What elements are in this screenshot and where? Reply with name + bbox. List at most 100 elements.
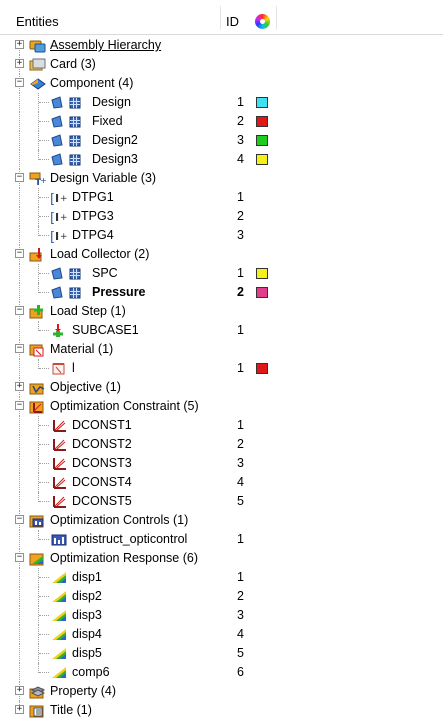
expand-icon[interactable]: +	[15, 59, 24, 68]
tree-row-component-item[interactable]: Design 1	[0, 93, 443, 112]
tree-row-card[interactable]: + Card (3)	[0, 55, 443, 74]
svg-text:+: +	[40, 176, 46, 185]
expand-icon[interactable]: +	[15, 705, 24, 714]
entity-tree: + Assembly Hierarchy + Card (3) − Compon…	[0, 36, 443, 720]
load-collector-name: SPC	[92, 266, 118, 280]
optimization-response-icon	[29, 551, 46, 566]
id-value: 1	[237, 266, 244, 280]
id-value: 5	[237, 646, 244, 660]
tree-row-response-item[interactable]: disp3 3	[0, 606, 443, 625]
response-name: comp6	[72, 665, 110, 679]
id-value: 2	[237, 285, 244, 299]
category-label: Assembly Hierarchy	[50, 38, 162, 52]
collapse-icon[interactable]: −	[15, 78, 24, 87]
id-value: 3	[237, 456, 244, 470]
response-name: disp3	[72, 608, 102, 622]
expand-icon[interactable]: +	[15, 40, 24, 49]
tree-row-design-variable-item[interactable]: [I + DTPG1 1	[0, 188, 443, 207]
svg-text:+: +	[60, 232, 68, 242]
tree-row-load-collector-item[interactable]: SPC 1	[0, 264, 443, 283]
tree-row-constraint-item[interactable]: DCONST1 1	[0, 416, 443, 435]
constraint-name: DCONST1	[72, 418, 132, 432]
collapse-icon[interactable]: −	[15, 306, 24, 315]
tree-row-response-item[interactable]: disp2 2	[0, 587, 443, 606]
tree-row-objective[interactable]: + Objective (1)	[0, 378, 443, 397]
collapse-icon[interactable]: −	[15, 553, 24, 562]
svg-text:I: I	[55, 192, 59, 205]
design-variable-name: DTPG1	[72, 190, 114, 204]
color-swatch[interactable]	[256, 268, 268, 279]
column-divider[interactable]	[276, 6, 277, 30]
tree-row-constraint-item[interactable]: DCONST2 2	[0, 435, 443, 454]
collapse-icon[interactable]: −	[15, 515, 24, 524]
color-wheel-icon[interactable]	[255, 14, 270, 29]
collapse-icon[interactable]: −	[15, 173, 24, 182]
color-swatch[interactable]	[256, 154, 268, 165]
id-value: 2	[237, 114, 244, 128]
entities-column-header[interactable]: Entities	[16, 14, 59, 29]
tree-row-response-item[interactable]: disp4 4	[0, 625, 443, 644]
color-swatch[interactable]	[256, 363, 268, 374]
optimization-constraint-icon	[29, 399, 46, 414]
tree-row-component[interactable]: − Component (4)	[0, 74, 443, 93]
tree-row-response-item[interactable]: disp5 5	[0, 644, 443, 663]
subcase-icon	[50, 323, 68, 338]
tree-row-load-step[interactable]: − Load Step (1)	[0, 302, 443, 321]
component-name: Design	[92, 95, 131, 109]
color-swatch[interactable]	[256, 116, 268, 127]
tree-row-title[interactable]: + Title (1)	[0, 701, 443, 720]
tree-row-constraint-item[interactable]: DCONST3 3	[0, 454, 443, 473]
opticontrol-icon	[50, 532, 68, 547]
response-name: disp5	[72, 646, 102, 660]
color-swatch[interactable]	[256, 135, 268, 146]
design-variable-icon: T +	[29, 171, 46, 186]
constraint-icon	[50, 437, 68, 452]
tree-row-design-variable-item[interactable]: [I + DTPG4 3	[0, 226, 443, 245]
column-divider[interactable]	[220, 6, 221, 30]
expand-icon[interactable]: +	[15, 686, 24, 695]
tree-row-constraint-item[interactable]: DCONST5 5	[0, 492, 443, 511]
category-label: Design Variable (3)	[50, 171, 157, 185]
expand-icon[interactable]: +	[15, 382, 24, 391]
color-swatch[interactable]	[256, 287, 268, 298]
tree-row-design-variable[interactable]: − T + Design Variable (3)	[0, 169, 443, 188]
tree-row-optimization-response[interactable]: − Optimization Response (6)	[0, 549, 443, 568]
design-variable-item-icon: [I +	[50, 190, 68, 205]
category-label: Title (1)	[50, 703, 92, 717]
load-step-name: SUBCASE1	[72, 323, 139, 337]
tree-row-assembly-hierarchy[interactable]: + Assembly Hierarchy	[0, 36, 443, 55]
tree-row-material[interactable]: − Material (1)	[0, 340, 443, 359]
constraint-icon	[50, 456, 68, 471]
collapse-icon[interactable]: −	[15, 401, 24, 410]
tree-row-component-item[interactable]: Design3 4	[0, 150, 443, 169]
tree-row-response-item[interactable]: comp6 6	[0, 663, 443, 682]
color-swatch[interactable]	[256, 97, 268, 108]
tree-row-load-step-item[interactable]: SUBCASE1 1	[0, 321, 443, 340]
tree-row-optimization-constraint[interactable]: − Optimization Constraint (5)	[0, 397, 443, 416]
id-value: 2	[237, 209, 244, 223]
tree-row-property[interactable]: + Property (4)	[0, 682, 443, 701]
category-label: Property (4)	[50, 684, 116, 698]
collapse-icon[interactable]: −	[15, 249, 24, 258]
tree-row-component-item[interactable]: Fixed 2	[0, 112, 443, 131]
property-icon	[29, 684, 46, 699]
response-icon	[50, 608, 68, 623]
tree-row-load-collector[interactable]: − Load Collector (2)	[0, 245, 443, 264]
component-part-icon	[50, 95, 81, 110]
optimization-controls-icon	[29, 513, 46, 528]
collapse-icon[interactable]: −	[15, 344, 24, 353]
tree-row-optimization-controls-item[interactable]: optistruct_opticontrol 1	[0, 530, 443, 549]
category-label: Load Collector (2)	[50, 247, 150, 261]
tree-row-component-item[interactable]: Design2 3	[0, 131, 443, 150]
constraint-icon	[50, 475, 68, 490]
column-header: Entities ID	[0, 0, 443, 35]
tree-row-load-collector-item[interactable]: Pressure 2	[0, 283, 443, 302]
id-value: 1	[237, 323, 244, 337]
design-variable-item-icon: [I +	[50, 228, 68, 243]
tree-row-design-variable-item[interactable]: [I + DTPG3 2	[0, 207, 443, 226]
tree-row-material-item[interactable]: l 1	[0, 359, 443, 378]
tree-row-response-item[interactable]: disp1 1	[0, 568, 443, 587]
tree-row-constraint-item[interactable]: DCONST4 4	[0, 473, 443, 492]
tree-row-optimization-controls[interactable]: − Optimization Controls (1)	[0, 511, 443, 530]
id-column-header[interactable]: ID	[226, 14, 239, 29]
